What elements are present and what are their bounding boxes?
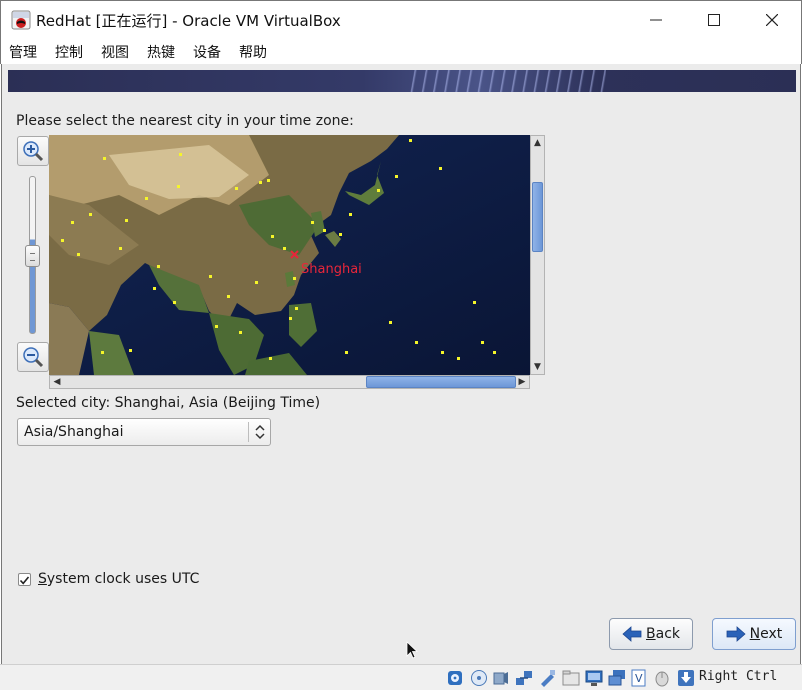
window-titlebar: RedHat [正在运行] - Oracle VM VirtualBox	[0, 0, 802, 38]
zoom-out-button[interactable]	[17, 342, 49, 372]
zoom-in-button[interactable]	[17, 136, 49, 166]
shared-folder-icon[interactable]	[562, 669, 580, 687]
window-title: RedHat [正在运行] - Oracle VM VirtualBox	[36, 12, 341, 30]
back-mnemonic: B	[646, 626, 656, 642]
next-button[interactable]: Next	[712, 618, 796, 650]
updown-chevron-icon	[255, 424, 265, 440]
vm-statusbar: V Right Ctrl	[0, 664, 802, 690]
menu-help[interactable]: 帮助	[239, 42, 267, 62]
map-horizontal-scrollbar[interactable]: ◀ ▶	[49, 375, 530, 389]
utc-mnemonic: S	[38, 571, 47, 587]
host-key-label: Right Ctrl	[699, 669, 778, 684]
maximize-button[interactable]	[685, 1, 743, 38]
banner-streaks	[406, 70, 606, 92]
guest-screen[interactable]: Please select the nearest city in your t…	[1, 64, 801, 664]
utc-checkbox[interactable]	[18, 573, 31, 586]
utc-label-text: ystem clock uses UTC	[46, 571, 200, 587]
menu-hotkeys[interactable]: 热键	[147, 42, 175, 62]
host-key-arrow-icon[interactable]	[677, 669, 695, 687]
close-button[interactable]	[743, 1, 801, 38]
arrow-left-icon	[622, 626, 642, 642]
timezone-select[interactable]: Asia/Shanghai	[17, 418, 271, 446]
menu-manage[interactable]: 管理	[9, 42, 37, 62]
mouse-integration-icon[interactable]	[653, 669, 671, 687]
selected-city-label: Shanghai	[301, 262, 362, 277]
virtualbox-redhat-icon	[11, 10, 31, 30]
scroll-right-arrow-icon[interactable]: ▶	[515, 376, 529, 388]
scroll-left-arrow-icon[interactable]: ◀	[50, 376, 64, 388]
optical-drive-icon[interactable]	[470, 669, 488, 687]
maximize-icon	[708, 13, 720, 26]
menu-devices[interactable]: 设备	[193, 42, 221, 62]
audio-icon[interactable]	[492, 669, 510, 687]
scroll-down-arrow-icon[interactable]: ▼	[531, 360, 544, 374]
installer-banner	[8, 70, 796, 92]
mouse-pointer-icon	[406, 641, 418, 659]
arrow-right-icon	[726, 626, 746, 642]
selected-city-text: Selected city: Shanghai, Asia (Beijing T…	[16, 395, 321, 411]
map-horizontal-scroll-thumb[interactable]	[366, 376, 516, 388]
next-label-rest: ext	[760, 626, 783, 642]
close-icon	[766, 13, 778, 26]
usb-icon[interactable]	[538, 669, 556, 687]
video-capture-icon[interactable]	[608, 669, 626, 687]
virtualization-icon[interactable]: V	[630, 669, 648, 687]
zoom-out-icon	[23, 347, 44, 368]
next-button-label: Next	[750, 626, 783, 642]
back-button[interactable]: Back	[609, 618, 693, 650]
menu-bar: 管理 控制 视图 热键 设备 帮助	[0, 38, 802, 64]
next-mnemonic: N	[749, 626, 761, 642]
hard-disk-icon[interactable]	[446, 669, 464, 687]
timezone-select-divider	[248, 422, 249, 442]
back-button-label: Back	[646, 626, 680, 642]
map-graphic	[49, 135, 530, 375]
minimize-icon	[650, 19, 662, 20]
back-label-rest: ack	[655, 626, 680, 642]
scroll-up-arrow-icon[interactable]: ▲	[531, 136, 544, 150]
svg-text:V: V	[635, 672, 643, 685]
checkmark-icon	[19, 576, 30, 585]
map-vertical-scrollbar[interactable]: ▲ ▼	[530, 135, 545, 375]
timezone-map[interactable]: Shanghai	[49, 135, 530, 375]
zoom-in-icon	[23, 141, 44, 162]
utc-checkbox-label[interactable]: System clock uses UTC	[38, 571, 199, 587]
menu-view[interactable]: 视图	[101, 42, 129, 62]
minimize-button[interactable]	[627, 1, 685, 38]
network-icon[interactable]	[515, 669, 533, 687]
timezone-select-value: Asia/Shanghai	[24, 424, 124, 440]
map-vertical-scroll-thumb[interactable]	[532, 182, 543, 252]
timezone-prompt: Please select the nearest city in your t…	[16, 113, 354, 129]
menu-control[interactable]: 控制	[55, 42, 83, 62]
display-icon[interactable]	[585, 669, 603, 687]
zoom-slider-handle[interactable]	[25, 245, 40, 267]
